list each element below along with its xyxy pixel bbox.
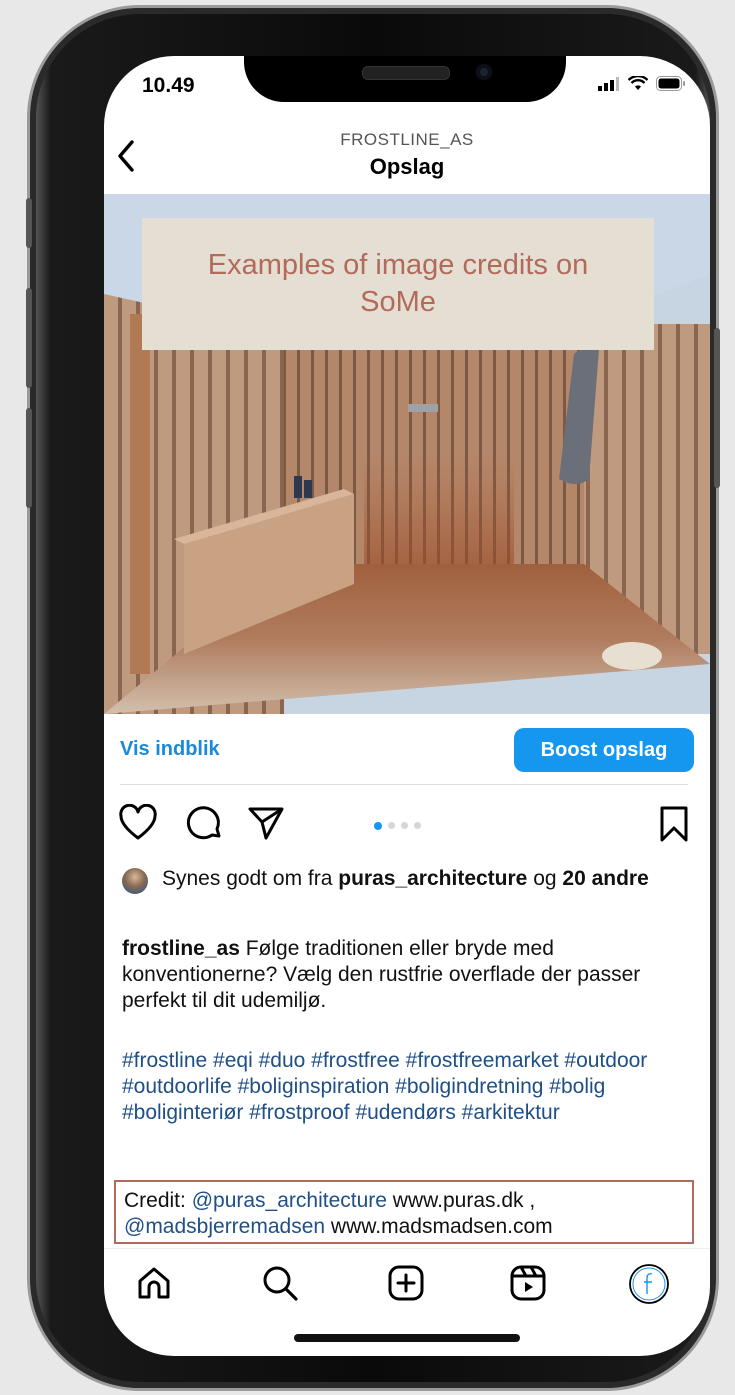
status-icons	[598, 76, 686, 91]
signal-icon	[598, 76, 619, 91]
post-image[interactable]: Examples of image credits on SoMe	[104, 194, 710, 714]
search-icon[interactable]	[260, 1263, 300, 1303]
likes-prefix: Synes godt om fra	[162, 867, 333, 890]
phone-frame: 10.49 FROSTLINE_AS Opslag Examples of im…	[26, 8, 720, 1388]
carousel-dots	[374, 822, 421, 830]
likes-user[interactable]: puras_architecture	[338, 867, 527, 890]
reels-icon[interactable]	[508, 1263, 548, 1303]
likes-summary: Synes godt om fra puras_architecture og …	[122, 866, 682, 894]
bookmark-icon[interactable]	[656, 804, 692, 844]
carousel-dot	[388, 822, 395, 829]
credit-site-1: www.puras.dk ,	[392, 1189, 536, 1212]
phone-screen: 10.49 FROSTLINE_AS Opslag Examples of im…	[104, 56, 710, 1356]
account-name: FROSTLINE_AS	[340, 130, 474, 149]
credit-highlight-box: Credit: @puras_architecture www.puras.dk…	[114, 1180, 694, 1244]
post-caption: frostline_as Følge traditionen eller bry…	[122, 936, 682, 1014]
wifi-icon	[628, 76, 648, 90]
credit-handle-1[interactable]: @puras_architecture	[192, 1189, 387, 1212]
likes-joiner: og	[533, 867, 557, 890]
credit-label: Credit:	[124, 1189, 186, 1212]
credit-overlay-banner: Examples of image credits on SoMe	[142, 218, 654, 350]
hashtags[interactable]: #frostline #eqi #duo #frostfree #frostfr…	[122, 1048, 682, 1126]
carousel-dot	[414, 822, 421, 829]
carousel-dot	[374, 822, 382, 830]
volume-down-button	[26, 408, 32, 508]
create-icon[interactable]	[386, 1263, 426, 1303]
battery-icon	[656, 76, 685, 91]
credit-site-2: www.madsmadsen.com	[330, 1215, 553, 1238]
caption-username[interactable]: frostline_as	[122, 937, 240, 960]
profile-icon[interactable]	[628, 1263, 670, 1305]
page-title: Opslag	[369, 154, 445, 179]
mute-switch	[26, 198, 32, 248]
liker-avatar[interactable]	[122, 868, 148, 894]
power-button	[714, 328, 720, 488]
home-icon[interactable]	[134, 1263, 174, 1303]
likes-others[interactable]: 20 andre	[562, 867, 648, 890]
comment-icon[interactable]	[184, 804, 224, 844]
share-icon[interactable]	[246, 804, 286, 844]
overlay-text: Examples of image credits on SoMe	[207, 249, 589, 318]
view-insights-link[interactable]: Vis indblik	[120, 738, 220, 761]
carousel-dot	[401, 822, 408, 829]
notch	[244, 56, 566, 102]
camera-icon	[476, 64, 492, 80]
credit-handle-2[interactable]: @madsbjerremadsen	[124, 1215, 325, 1238]
post-header: FROSTLINE_AS Opslag	[104, 122, 710, 194]
owner-actions: Vis indblik Boost opslag	[120, 726, 694, 774]
divider	[120, 784, 688, 785]
heart-icon[interactable]	[118, 804, 158, 844]
post-action-icons	[116, 804, 698, 848]
volume-up-button	[26, 288, 32, 388]
likes-text[interactable]: Synes godt om fra puras_architecture og …	[122, 866, 682, 891]
home-indicator[interactable]	[294, 1334, 520, 1342]
speaker	[362, 66, 450, 80]
status-time: 10.49	[142, 74, 195, 97]
bottom-tab-bar	[104, 1248, 710, 1313]
boost-post-button[interactable]: Boost opslag	[514, 728, 694, 772]
